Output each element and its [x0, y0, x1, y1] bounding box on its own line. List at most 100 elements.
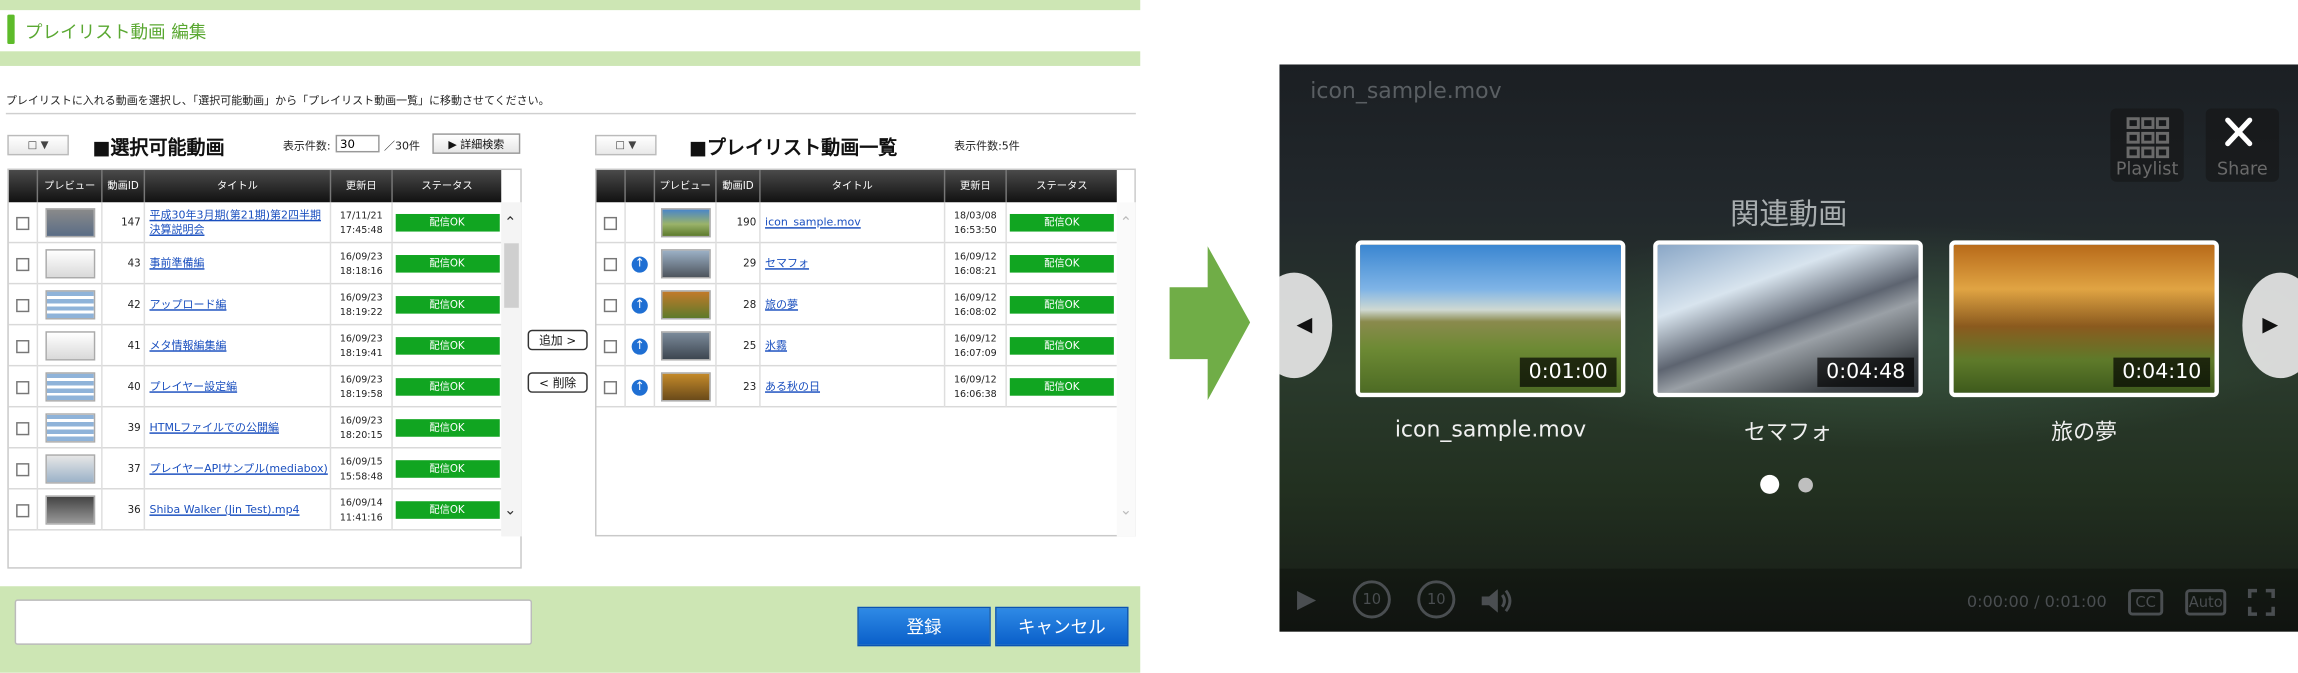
close-icon[interactable] — [2206, 108, 2279, 158]
video-id: 28 — [717, 284, 761, 326]
video-title-link[interactable]: プレイヤー設定編 — [149, 380, 237, 395]
move-up-icon[interactable]: ↑ — [631, 255, 648, 272]
playlist-button[interactable]: Playlist — [2110, 108, 2184, 182]
video-title-link[interactable]: 平成30年3月期(第21期)第2四半期決算説明会 — [149, 208, 329, 237]
table-row[interactable]: ↑ 23 ある秋の日 16/09/12 16:06:38 配信OK — [596, 366, 1117, 408]
memo-input[interactable] — [14, 599, 533, 645]
playlist-label: Playlist — [2115, 158, 2179, 179]
scroll-down-arrow-icon[interactable]: ⌄ — [1120, 503, 1132, 519]
available-scrollbar[interactable]: ⌃ ⌄ — [501, 202, 522, 537]
title-cell: セマフォ — [761, 243, 946, 285]
select-all-dropdown-available[interactable]: □ ▼ — [7, 134, 69, 156]
row-checkbox[interactable] — [16, 421, 30, 435]
video-title-link[interactable]: 氷霧 — [765, 339, 787, 354]
related-video-title[interactable]: セマフォ — [1653, 416, 1923, 447]
related-video-title[interactable]: 旅の夢 — [1949, 416, 2219, 447]
volume-icon[interactable] — [1479, 586, 1514, 615]
play-icon[interactable]: ▶ — [1297, 585, 1316, 614]
add-to-playlist-button[interactable]: 追加 > — [527, 329, 588, 351]
table-row[interactable]: 43 事前準備編 16/09/23 18:18:16 配信OK — [8, 243, 502, 285]
carousel-next-button[interactable]: ▶ — [2242, 272, 2298, 379]
remove-from-playlist-button[interactable]: < 削除 — [527, 372, 588, 393]
video-thumbnail — [44, 454, 95, 484]
scroll-thumb[interactable] — [504, 243, 519, 308]
table-row[interactable]: 190 icon_sample.mov 18/03/08 16:53:50 配信OK — [596, 202, 1117, 244]
cc-button[interactable]: CC — [2128, 589, 2164, 616]
status-cell: 配信OK — [1007, 202, 1117, 243]
fullscreen-icon[interactable] — [2247, 588, 2276, 617]
video-title-link[interactable]: メタ情報編集編 — [149, 339, 226, 354]
header-band — [0, 0, 1141, 11]
related-video-card[interactable]: 0:04:10 — [1949, 240, 2219, 398]
table-row[interactable]: 37 プレイヤーAPIサンプル(mediabox) 16/09/15 15:58:48… — [8, 448, 502, 490]
related-video-card[interactable]: 0:01:00 — [1355, 240, 1626, 398]
status-cell: 配信OK — [393, 448, 501, 489]
table-row[interactable]: 147 平成30年3月期(第21期)第2四半期決算説明会 17/11/21 17:45… — [8, 202, 502, 244]
row-checkbox-cell — [596, 202, 626, 244]
move-up-icon[interactable]: ↑ — [631, 337, 648, 354]
playlist-scrollbar[interactable]: ⌃ ⌄ — [1116, 202, 1136, 537]
share-button[interactable]: Share — [2205, 108, 2280, 182]
scroll-up-arrow-icon[interactable]: ⌃ — [504, 216, 516, 232]
table-row[interactable]: ↑ 28 旅の夢 16/09/12 16:08:02 配信OK — [596, 284, 1117, 326]
table-row[interactable]: ↑ 25 氷霧 16/09/12 16:07:09 配信OK — [596, 325, 1117, 367]
row-checkbox[interactable] — [16, 257, 30, 271]
status-cell: 配信OK — [393, 284, 501, 325]
cancel-button[interactable]: キャンセル — [995, 606, 1129, 647]
video-title-link[interactable]: ある秋の日 — [765, 380, 820, 395]
row-checkbox[interactable] — [603, 339, 618, 353]
video-title-link[interactable]: アップロード編 — [149, 298, 226, 313]
table-row[interactable]: 39 HTMLファイルでの公開編 16/09/23 18:20:15 配信OK — [8, 407, 502, 449]
carousel-dot-active[interactable] — [1760, 474, 1780, 494]
display-count-input[interactable] — [335, 134, 380, 153]
carousel-dot[interactable] — [1798, 477, 1813, 493]
video-title-link[interactable]: 旅の夢 — [765, 298, 798, 313]
row-checkbox-cell — [596, 366, 626, 408]
order-cell: ↑ — [626, 366, 656, 408]
table-row[interactable]: ↑ 29 セマフォ 16/09/12 16:08:21 配信OK — [596, 243, 1117, 285]
related-video-title[interactable]: icon_sample.mov — [1356, 416, 1626, 442]
video-title-link[interactable]: HTMLファイルでの公開編 — [149, 421, 279, 436]
title-cell: メタ情報編集編 — [145, 325, 332, 367]
video-title-link[interactable]: プレイヤーAPIサンプル(mediabox) — [149, 462, 327, 477]
move-up-icon[interactable]: ↑ — [631, 378, 648, 395]
register-button[interactable]: 登録 — [857, 606, 991, 647]
table-row[interactable]: 36 Shiba Walker (Jin Test).mp4 16/09/14 11:… — [8, 489, 502, 531]
video-thumbnail — [44, 495, 95, 525]
video-title-link[interactable]: icon_sample.mov — [765, 215, 861, 230]
forward-10-icon[interactable]: 10 — [1417, 580, 1456, 619]
row-checkbox-cell — [9, 284, 39, 326]
row-checkbox[interactable] — [603, 257, 618, 271]
row-checkbox[interactable] — [16, 216, 30, 230]
table-row[interactable]: 41 メタ情報編集編 16/09/23 18:19:41 配信OK — [8, 325, 502, 367]
video-title-link[interactable]: Shiba Walker (Jin Test).mp4 — [149, 503, 299, 518]
row-checkbox[interactable] — [16, 339, 30, 353]
replay-10-icon[interactable]: 10 — [1352, 580, 1391, 619]
updated-cell: 17/11/21 17:45:48 — [331, 202, 393, 244]
row-checkbox[interactable] — [16, 503, 30, 517]
advanced-search-button[interactable]: ▶ 詳細検索 — [432, 133, 521, 154]
scroll-down-arrow-icon[interactable]: ⌄ — [504, 503, 516, 519]
select-all-dropdown-playlist[interactable]: □ ▼ — [595, 134, 657, 156]
row-checkbox[interactable] — [603, 298, 618, 312]
row-checkbox[interactable] — [16, 298, 30, 312]
table-row[interactable]: 42 アップロード編 16/09/23 18:19:22 配信OK — [8, 284, 502, 326]
updated-date: 16/09/14 — [339, 496, 383, 509]
video-player[interactable]: icon_sample.mov Playlist Share 関連動画 0:01… — [1279, 64, 2298, 632]
move-up-icon[interactable]: ↑ — [631, 296, 648, 313]
row-checkbox[interactable] — [603, 380, 618, 394]
preview-cell — [655, 325, 717, 367]
related-video-card[interactable]: 0:04:48 — [1653, 240, 1923, 398]
scroll-up-arrow-icon[interactable]: ⌃ — [1120, 216, 1132, 232]
video-title-link[interactable]: セマフォ — [765, 256, 809, 271]
video-thumbnail — [44, 413, 95, 443]
row-checkbox[interactable] — [603, 216, 618, 230]
table-row[interactable]: 40 プレイヤー設定編 16/09/23 18:19:58 配信OK — [8, 366, 502, 408]
carousel-prev-button[interactable]: ◀ — [1279, 272, 1333, 379]
row-checkbox[interactable] — [16, 380, 30, 394]
grid-icon — [2126, 117, 2170, 159]
video-title-link[interactable]: 事前準備編 — [149, 256, 204, 271]
header-preview: プレビュー — [38, 170, 103, 203]
row-checkbox[interactable] — [16, 462, 30, 476]
quality-auto-button[interactable]: Auto — [2185, 589, 2227, 616]
